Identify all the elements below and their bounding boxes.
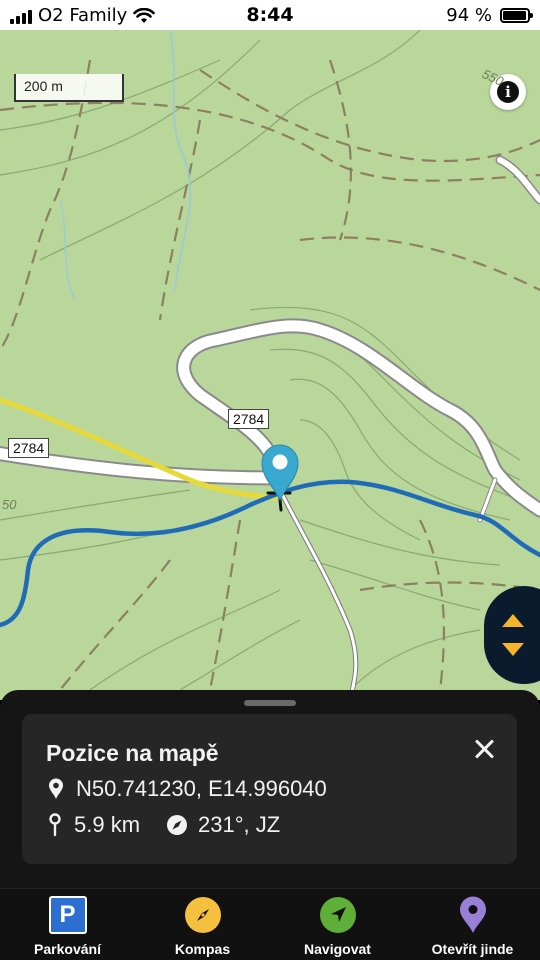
distance-bearing-row: 5.9 km 231°, JZ [48, 812, 280, 838]
stream-2 [59, 199, 76, 301]
tab-compass[interactable]: Kompas [135, 889, 270, 960]
map-view[interactable]: 200 m i 2784 2784 550 50 [0, 30, 540, 700]
bottom-sheet: Pozice na mapě N50.741230, E14.996040 5.… [0, 690, 540, 890]
pin-icon-wrap [453, 895, 493, 935]
distance-text: 5.9 km [74, 812, 141, 837]
tab-label: Otevřít jinde [431, 941, 514, 957]
status-bar: O2 Family 8:44 94 % [0, 0, 540, 30]
tab-navigate[interactable]: Navigovat [270, 889, 405, 960]
location-pin-icon [49, 778, 63, 799]
route-line [0, 479, 540, 628]
sheet-handle[interactable] [244, 700, 296, 706]
tab-label: Kompas [174, 941, 231, 957]
tab-label: Navigovat [304, 941, 371, 957]
compass-icon [184, 897, 221, 933]
navigate-icon-wrap [318, 895, 358, 935]
scale-bar: 200 m [14, 74, 124, 102]
parking-icon-wrap: P [48, 895, 88, 935]
distance-pin-icon [49, 813, 61, 837]
contour-label: 50 [2, 497, 17, 512]
battery-fill [503, 11, 526, 20]
parking-icon: P [48, 896, 87, 934]
location-pin-icon[interactable] [260, 442, 300, 502]
status-right: 94 % [446, 5, 533, 26]
coordinates-row: N50.741230, E14.996040 [48, 776, 327, 802]
battery-percent: 94 % [446, 5, 492, 26]
pan-control[interactable] [484, 586, 540, 684]
card-title: Pozice na mapě [46, 740, 219, 766]
compass-icon-wrap [183, 895, 223, 935]
position-card: Pozice na mapě N50.741230, E14.996040 5.… [22, 714, 517, 864]
tab-label: Parkování [34, 941, 101, 957]
close-button[interactable] [471, 736, 497, 762]
arrow-up-icon[interactable] [502, 614, 524, 627]
tab-bar: P Parkování Kompas Navigovat Otevřít jin… [0, 888, 540, 960]
pin-icon [459, 896, 486, 933]
coordinates-text[interactable]: N50.741230, E14.996040 [76, 776, 327, 802]
arrow-down-icon[interactable] [502, 643, 524, 656]
map-canvas[interactable] [0, 30, 540, 700]
battery-icon [500, 8, 533, 23]
bearing-text: 231°, JZ [198, 812, 281, 837]
tab-open-elsewhere[interactable]: Otevřít jinde [405, 889, 540, 960]
compass-icon [167, 815, 188, 835]
road-label: 2784 [228, 409, 270, 429]
navigate-arrow-icon [319, 897, 356, 933]
tab-parking[interactable]: P Parkování [0, 889, 135, 960]
road-label: 2784 [8, 438, 50, 458]
